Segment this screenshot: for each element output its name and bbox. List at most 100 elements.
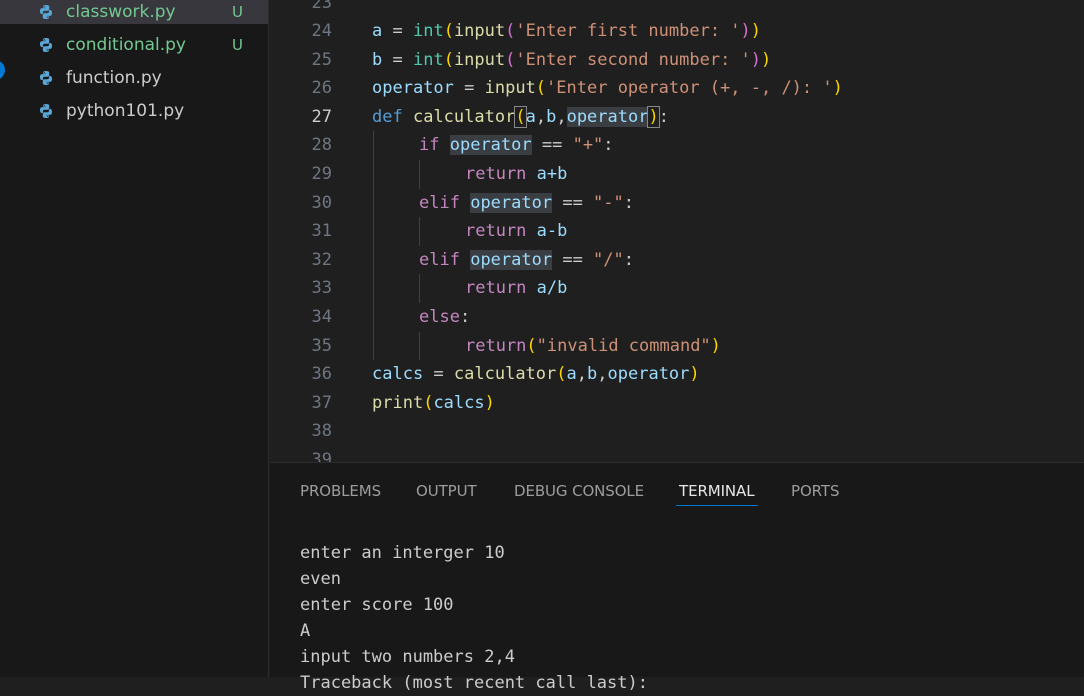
tok-string: 'Enter second number: '	[515, 49, 751, 70]
code-line-current: 27 def calculator(a,b,operator):	[270, 103, 1084, 132]
code-line: 25 b = int(input('Enter second number: '…	[270, 46, 1084, 75]
indent-guide	[373, 131, 374, 160]
file-item-conditional[interactable]: conditional.py U	[0, 33, 268, 57]
tok-var-highlight: operator	[449, 135, 532, 156]
indent-guide	[419, 217, 420, 246]
tok-comma: ,	[576, 364, 588, 385]
tok-var: b	[546, 106, 557, 127]
code-line: 38	[270, 417, 1084, 446]
tok-paren: (	[505, 49, 516, 70]
tok-paren: (	[526, 335, 537, 356]
git-untracked-badge: U	[232, 36, 243, 54]
tok-expr: a/b	[536, 278, 568, 299]
tok-op: ==	[552, 249, 594, 270]
file-item-python101[interactable]: python101.py	[0, 99, 268, 123]
tok-colon: :	[603, 135, 614, 156]
tok-paren: )	[740, 21, 751, 41]
tok-string: "+"	[572, 135, 604, 156]
code-line: 32 elif operator == "/":	[270, 245, 1084, 275]
line-number: 29	[311, 164, 332, 184]
indent-guide	[373, 303, 374, 332]
line-number: 27	[311, 106, 332, 127]
tok-string: "invalid command"	[536, 335, 711, 356]
python-file-icon	[40, 5, 52, 19]
terminal-line: even	[300, 569, 341, 589]
indent-guide	[373, 274, 374, 303]
line-number: 32	[311, 249, 332, 270]
tok-op: ==	[531, 135, 573, 156]
tok-builtin: int	[412, 49, 444, 70]
indent-guide	[373, 160, 374, 189]
file-name: python101.py	[66, 101, 185, 121]
line-number: 24	[311, 21, 332, 41]
line-number: 33	[311, 278, 332, 299]
code-editor[interactable]: 23 24 a = int(input('Enter first number:…	[270, 0, 1084, 462]
tok-fn: input	[453, 49, 506, 70]
python-file-icon	[40, 71, 52, 85]
tok-var: calcs	[372, 364, 424, 385]
tok-string: 'Enter operator (+, -, /): '	[546, 78, 833, 99]
tok-keyword: elif	[419, 249, 460, 270]
file-item-function[interactable]: function.py	[0, 66, 268, 90]
line-number: 25	[311, 49, 332, 70]
tok-op: ==	[552, 192, 594, 213]
file-name: classwork.py	[66, 2, 176, 22]
code-text: elif operator == "-":	[419, 189, 634, 217]
tok-var: a	[372, 21, 383, 41]
indent-guide	[419, 274, 420, 303]
line-number: 31	[311, 221, 332, 242]
tok-fn: calculator	[453, 364, 557, 385]
python-file-icon	[40, 38, 52, 52]
code-text: return a+b	[465, 160, 567, 188]
tab-terminal[interactable]: TERMINAL	[679, 481, 755, 501]
line-number: 39	[311, 450, 332, 462]
tok-keyword: if	[419, 135, 440, 156]
explorer-sidebar: classwork.py U conditional.py U function…	[0, 0, 269, 677]
code-text: def calculator(a,b,operator):	[372, 103, 669, 131]
tok-var-highlight: operator	[470, 192, 553, 213]
line-number: 34	[311, 307, 332, 327]
tok-expr: a+b	[536, 164, 568, 184]
tok-string: "-"	[593, 192, 624, 213]
tok-keyword: return	[465, 221, 527, 242]
tok-var: b	[372, 49, 383, 70]
tok-paren: )	[689, 364, 700, 385]
tok-paren: (	[443, 21, 454, 41]
git-untracked-badge: U	[232, 3, 243, 21]
tab-debug-console[interactable]: DEBUG CONSOLE	[514, 481, 644, 501]
tok-var: operator	[607, 364, 690, 385]
line-number: 30	[311, 192, 332, 213]
code-line: 39	[270, 446, 1084, 462]
tok-string: 'Enter first number: '	[515, 21, 741, 41]
code-text: return a/b	[465, 274, 567, 302]
tok-fn: calculator	[412, 106, 516, 127]
tab-problems[interactable]: PROBLEMS	[300, 481, 381, 501]
code-line: 29 return a+b	[270, 160, 1084, 189]
tab-output[interactable]: OUTPUT	[416, 481, 477, 501]
code-text: else:	[419, 303, 470, 331]
terminal-line: Traceback (most recent call last):	[300, 673, 648, 693]
tok-comma: ,	[535, 106, 547, 127]
tok-var: calcs	[433, 392, 485, 413]
file-name: conditional.py	[66, 35, 186, 55]
indent-guide	[373, 217, 374, 246]
code-line: 37 print(calcs)	[270, 389, 1084, 418]
tab-ports[interactable]: PORTS	[791, 481, 839, 501]
code-line: 31 return a-b	[270, 217, 1084, 246]
file-item-classwork[interactable]: classwork.py U	[0, 0, 268, 24]
code-line: 36 calcs = calculator(a,b,operator)	[270, 360, 1084, 389]
terminal-line: enter an interger 10	[300, 543, 505, 563]
code-line: 33 return a/b	[270, 274, 1084, 303]
line-number: 28	[311, 135, 332, 156]
tok-paren: (	[505, 21, 516, 41]
tok-paren: (	[535, 78, 547, 99]
tok-colon: :	[658, 106, 669, 127]
tok-var: b	[587, 364, 598, 385]
tok-expr: a-b	[536, 221, 568, 242]
tok-op: =	[453, 78, 485, 99]
code-text: b = int(input('Enter second number: '))	[372, 46, 771, 74]
line-number: 36	[311, 364, 332, 385]
tok-string: "/"	[593, 249, 624, 270]
tok-op: =	[382, 49, 413, 70]
tok-var-highlight: operator	[470, 249, 553, 270]
